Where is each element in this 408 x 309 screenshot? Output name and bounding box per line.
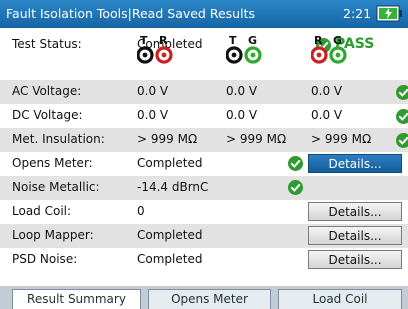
rg-value: > 999 MΩ: [311, 132, 372, 146]
opens-meter-details-button[interactable]: Details...: [308, 154, 402, 173]
psd-noise-row: PSD Noise: Completed Details...: [0, 248, 408, 272]
check-icon: [288, 156, 303, 171]
tab-bar: Result Summary Opens Meter Load Coil: [0, 286, 408, 309]
row-label: AC Voltage:: [12, 84, 82, 98]
pair-header-rg: R G: [311, 34, 351, 74]
clock: 2:21: [343, 6, 372, 21]
tab-load-coil[interactable]: Load Coil: [278, 289, 402, 309]
row-label: PSD Noise:: [12, 252, 78, 266]
tab-result-summary[interactable]: Result Summary: [12, 289, 141, 309]
ring-ground-terminals-icon: [311, 46, 347, 64]
load-coil-details-button[interactable]: Details...: [308, 202, 402, 221]
pair-header-tr: T R: [137, 34, 177, 74]
row-label: DC Voltage:: [12, 108, 83, 122]
check-icon: [288, 180, 303, 195]
psd-noise-value: Completed: [137, 252, 203, 266]
loop-mapper-row: Loop Mapper: Completed Details...: [0, 224, 408, 248]
title-bar: Fault Isolation Tools|Read Saved Results…: [0, 0, 408, 28]
tip-ring-terminals-icon: [137, 46, 173, 64]
noise-metallic-value: -14.4 dBrnC: [137, 180, 209, 194]
psd-noise-details-button[interactable]: Details...: [308, 250, 402, 269]
row-label: Load Coil:: [12, 204, 72, 218]
check-icon: [396, 85, 408, 100]
ac-voltage-row: AC Voltage: 0.0 V 0.0 V 0.0 V: [0, 80, 408, 104]
tr-value: > 999 MΩ: [137, 132, 198, 146]
battery-icon: [376, 5, 402, 22]
row-label: Loop Mapper:: [12, 228, 94, 242]
load-coil-value: 0: [137, 204, 145, 218]
tg-value: 0.0 V: [226, 84, 258, 98]
check-icon: [396, 109, 408, 124]
tip-ground-terminals-icon: [226, 46, 262, 64]
row-label: Noise Metallic:: [12, 180, 100, 194]
rg-value: 0.0 V: [311, 108, 343, 122]
row-label: Opens Meter:: [12, 156, 93, 170]
pair-header-tg: T G: [226, 34, 266, 74]
load-coil-row: Load Coil: 0 Details...: [0, 200, 408, 224]
tg-value: 0.0 V: [226, 108, 258, 122]
tr-value: 0.0 V: [137, 108, 169, 122]
test-status-label: Test Status:: [12, 37, 82, 51]
noise-metallic-row: Noise Metallic: -14.4 dBrnC: [0, 176, 408, 200]
row-label: Met. Insulation:: [12, 132, 105, 146]
opens-meter-value: Completed: [137, 156, 203, 170]
tg-value: > 999 MΩ: [226, 132, 287, 146]
rg-value: 0.0 V: [311, 84, 343, 98]
tab-opens-meter[interactable]: Opens Meter: [148, 289, 271, 309]
met-insulation-row: Met. Insulation: > 999 MΩ > 999 MΩ > 999…: [0, 128, 408, 152]
opens-meter-row: Opens Meter: Completed Details...: [0, 152, 408, 176]
loop-mapper-details-button[interactable]: Details...: [308, 226, 402, 245]
tr-value: 0.0 V: [137, 84, 169, 98]
check-icon: [396, 133, 408, 148]
window-title: Fault Isolation Tools|Read Saved Results: [6, 6, 255, 21]
loop-mapper-value: Completed: [137, 228, 203, 242]
dc-voltage-row: DC Voltage: 0.0 V 0.0 V 0.0 V: [0, 104, 408, 128]
